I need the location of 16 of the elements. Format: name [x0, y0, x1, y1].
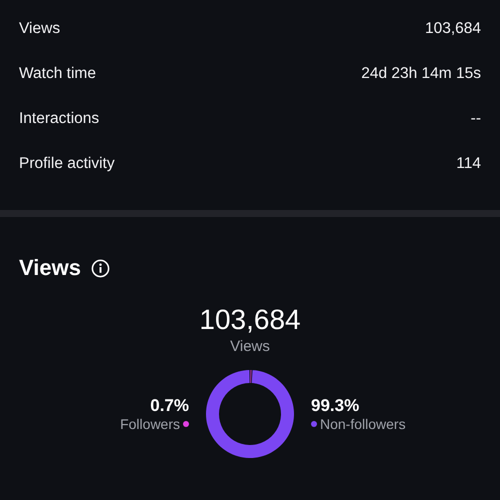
metric-label: Views [19, 20, 60, 38]
metric-label: Interactions [19, 110, 100, 128]
metric-value: -- [470, 110, 481, 128]
metric-value: 103,684 [424, 20, 481, 38]
info-icon[interactable] [90, 258, 110, 278]
legend-label: Followers [120, 416, 180, 432]
percent-value: 0.7% [150, 396, 189, 416]
percent-value: 99.3% [311, 396, 360, 416]
total-label: Views [230, 337, 270, 357]
metric-label: Profile activity [19, 154, 115, 172]
metric-value: 24d 23h 14m 15s [361, 64, 481, 82]
total-views: 103,684 [199, 303, 301, 337]
legend-label: Non-followers [320, 416, 406, 432]
section-title: Views [19, 255, 81, 281]
metric-value: 114 [456, 154, 481, 172]
metric-label: Watch time [19, 64, 96, 82]
